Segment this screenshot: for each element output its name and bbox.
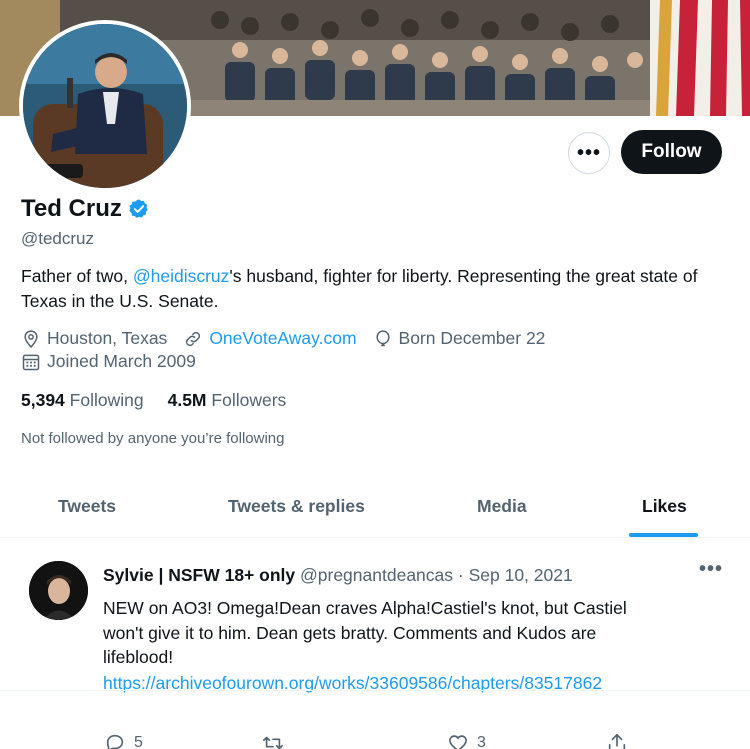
follow-button[interactable]: Follow xyxy=(621,130,722,174)
tweet-author-name[interactable]: Sylvie | NSFW 18+ only xyxy=(103,565,295,585)
following-link[interactable]: 5,394 Following xyxy=(21,390,144,411)
joined-text: Joined March 2009 xyxy=(47,351,196,371)
following-count: 5,394 xyxy=(21,390,65,410)
tweet-more-button[interactable]: ••• xyxy=(699,558,723,581)
tweet-header: Sylvie | NSFW 18+ only @pregnantdeancas … xyxy=(103,565,573,586)
verified-badge-icon xyxy=(129,199,148,218)
website-link[interactable]: OneVoteAway.com xyxy=(209,328,356,349)
bio-text-start: Father of two, xyxy=(21,266,133,286)
followers-count: 4.5M xyxy=(167,390,207,410)
tweet-item[interactable]: Sylvie | NSFW 18+ only @pregnantdeancas … xyxy=(0,540,750,693)
avatar-image xyxy=(23,24,187,188)
heart-icon xyxy=(449,735,467,749)
tweet-author-handle[interactable]: @pregnantdeancas xyxy=(300,565,453,585)
profile-bio: Father of two, @heidiscruz's husband, fi… xyxy=(21,264,731,314)
share-button[interactable] xyxy=(606,732,628,749)
tweet-actions: 5 3 xyxy=(0,728,750,749)
tweet-divider xyxy=(0,690,750,691)
reply-count: 5 xyxy=(134,734,143,749)
like-button[interactable]: 3 xyxy=(447,732,486,749)
profile-avatar[interactable] xyxy=(19,20,191,192)
reply-button[interactable]: 5 xyxy=(104,732,143,749)
profile-stats: 5,394 Following 4.5M Followers xyxy=(21,390,286,411)
profile-joined: Joined March 2009 xyxy=(21,351,196,372)
retweet-icon xyxy=(263,736,283,749)
profile-name: Ted Cruz xyxy=(21,195,122,222)
tweet-separator: · xyxy=(457,565,464,585)
location-pin-icon xyxy=(24,329,38,348)
bio-mention-link[interactable]: @heidiscruz xyxy=(133,266,230,286)
profile-name-row: Ted Cruz xyxy=(21,195,150,223)
location-text: Houston, Texas xyxy=(47,328,168,348)
more-options-button[interactable]: ••• xyxy=(568,132,610,174)
share-icon xyxy=(608,733,626,749)
tweet-avatar-image xyxy=(29,561,88,620)
tab-media[interactable]: Media xyxy=(477,496,527,517)
retweet-button[interactable] xyxy=(262,732,284,749)
reply-icon xyxy=(106,734,124,749)
tweet-text: NEW on AO3! Omega!Dean craves Alpha!Cast… xyxy=(103,598,627,667)
like-count: 3 xyxy=(477,734,486,749)
calendar-icon xyxy=(22,354,40,370)
tab-tweets-and-replies[interactable]: Tweets & replies xyxy=(228,496,365,517)
profile-meta-row-2: Joined March 2009 xyxy=(21,351,212,372)
profile-handle: @tedcruz xyxy=(21,229,95,248)
tweet-date[interactable]: Sep 10, 2021 xyxy=(469,565,573,585)
flag-image xyxy=(650,0,750,116)
profile-location: Houston, Texas xyxy=(21,328,167,349)
tweet-author-avatar[interactable] xyxy=(29,561,88,620)
tab-tweets[interactable]: Tweets xyxy=(58,496,116,517)
active-tab-indicator xyxy=(629,533,698,537)
birthday-text: Born December 22 xyxy=(398,328,546,348)
profile-tabs: Tweets Tweets & replies Media Likes xyxy=(0,480,750,538)
not-followed-notice: Not followed by anyone you’re following xyxy=(21,430,285,447)
tab-likes[interactable]: Likes xyxy=(642,496,687,517)
following-label: Following xyxy=(69,390,144,410)
balloon-icon xyxy=(375,329,390,346)
followers-link[interactable]: 4.5M Followers xyxy=(168,390,287,411)
profile-website[interactable]: OneVoteAway.com xyxy=(183,328,357,349)
followers-label: Followers xyxy=(211,390,287,410)
tweet-link[interactable]: https://archiveofourown.org/works/336095… xyxy=(103,671,643,696)
link-icon xyxy=(186,331,201,346)
profile-birthday: Born December 22 xyxy=(373,328,546,349)
profile-meta-row-1: Houston, Texas OneVoteAway.com Born Dece… xyxy=(21,328,561,349)
